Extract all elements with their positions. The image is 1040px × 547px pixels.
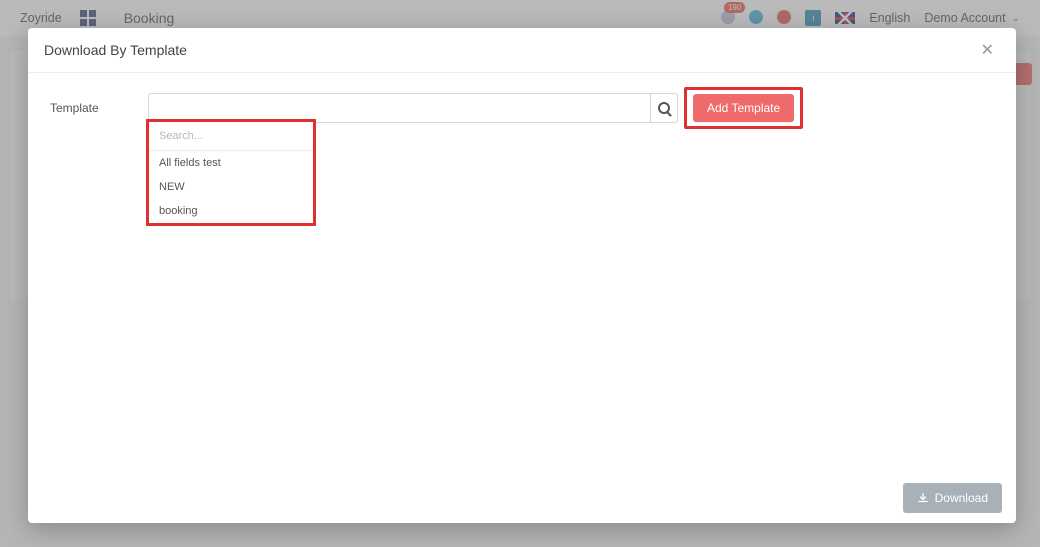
modal-header: Download By Template ✕: [28, 28, 1016, 73]
download-icon: [917, 492, 929, 504]
modal-title: Download By Template: [44, 42, 187, 58]
template-dropdown-highlight: All fields test NEW booking: [146, 119, 316, 226]
template-label: Template: [50, 101, 148, 115]
download-button-label: Download: [935, 491, 988, 505]
dropdown-item[interactable]: NEW: [149, 175, 313, 199]
close-icon[interactable]: ✕: [975, 38, 1000, 62]
download-button[interactable]: Download: [903, 483, 1002, 513]
modal-body: Template Add Template All fields test NE…: [28, 73, 1016, 473]
modal-footer: Download: [28, 473, 1016, 523]
search-icon: [658, 102, 670, 114]
template-search-button[interactable]: [650, 93, 678, 123]
template-dropdown: All fields test NEW booking: [149, 122, 313, 223]
add-template-button[interactable]: Add Template: [693, 94, 794, 122]
dropdown-item[interactable]: booking: [149, 199, 313, 223]
download-template-modal: Download By Template ✕ Template Add Temp…: [28, 28, 1016, 523]
dropdown-item[interactable]: All fields test: [149, 151, 313, 175]
dropdown-search-input[interactable]: [149, 122, 313, 151]
add-template-highlight: Add Template: [684, 87, 803, 129]
